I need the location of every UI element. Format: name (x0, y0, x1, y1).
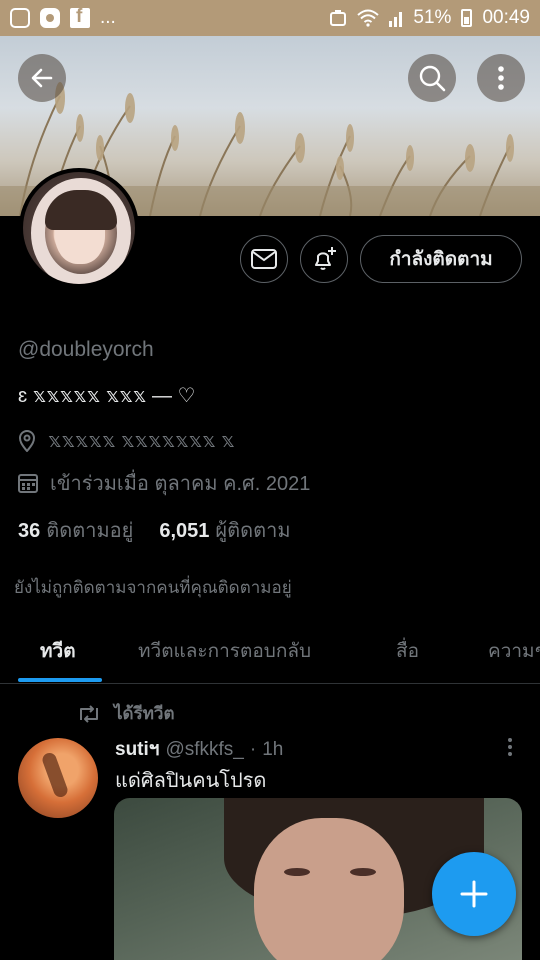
following-button[interactable]: กำลังติดตาม (360, 235, 522, 283)
tweet-author-name[interactable]: sutiฯ (115, 734, 159, 764)
retweet-label: ได้รีทวีต (114, 704, 175, 723)
profile-joined: เข้าร่วมเมื่อ ตุลาคม ค.ศ. 2021 (18, 467, 310, 499)
instagram-icon (10, 8, 30, 28)
tweet-text: แด่ศิลปินคนโปรด (115, 770, 267, 792)
media-eye-left (284, 868, 310, 876)
more-options-button[interactable] (477, 54, 525, 102)
profile-handle: @doubleyorch (18, 338, 154, 361)
followed-by-note: ยังไม่ถูกติดตามจากคนที่คุณติดตามอยู่ (14, 578, 292, 597)
notify-button[interactable] (300, 235, 348, 283)
followers-stat[interactable]: 6,051 ผู้ติดตาม (159, 514, 290, 546)
status-bar: ... 51% 00:49 (0, 0, 540, 36)
followers-count: 6,051 (159, 520, 210, 542)
tweet-time: 1h (262, 739, 284, 760)
media-eye-right (350, 868, 376, 876)
status-bar-right: 51% 00:49 (329, 7, 530, 29)
arrow-left-icon (31, 68, 53, 88)
following-stat[interactable]: 36 ติดตามอยู่ (18, 514, 133, 546)
mail-icon (251, 249, 277, 269)
profile-bio: ɛ 𝕩𝕩𝕩𝕩𝕩 𝕩𝕩𝕩 — ♡ (18, 385, 196, 407)
retweet-icon (80, 704, 98, 723)
search-icon (419, 65, 446, 92)
battery-icon (461, 9, 473, 27)
tab-media[interactable]: สื่อ (396, 636, 419, 666)
signal-icon (389, 12, 403, 27)
joined-text: เข้าร่วมเมื่อ ตุลาคม ค.ศ. 2021 (50, 473, 311, 495)
profile-tabs: ทวีต ทวีตและการตอบกลับ สื่อ ความช (0, 620, 540, 684)
search-button[interactable] (408, 54, 456, 102)
bell-plus-icon (315, 247, 336, 270)
following-count: 36 (18, 520, 41, 542)
location-text: 𝕩𝕩𝕩𝕩𝕩 𝕩𝕩𝕩𝕩𝕩𝕩𝕩 𝕩 (48, 430, 235, 452)
compose-tweet-button[interactable] (432, 852, 516, 936)
profile-stats: 36 ติดตามอยู่ 6,051 ผู้ติดตาม (18, 514, 291, 546)
calendar-icon (18, 474, 38, 493)
tweet-header: sutiฯ @sfkkfs_ · 1h (115, 734, 283, 764)
more-vertical-icon (508, 738, 512, 756)
tab-tweets-replies[interactable]: ทวีตและการตอบกลับ (138, 636, 311, 666)
more-vertical-icon (498, 66, 504, 90)
tab-likes[interactable]: ความช (488, 636, 540, 666)
avatar-hand-shadow (40, 750, 70, 800)
media-face (254, 818, 404, 960)
tweet-author-username[interactable]: @sfkkfs_ (165, 739, 243, 761)
back-button[interactable] (18, 54, 66, 102)
following-label: ติดตามอยู่ (46, 520, 134, 542)
status-overflow: ... (100, 7, 116, 28)
profile-avatar[interactable] (19, 168, 139, 288)
tweet-author-avatar[interactable] (18, 738, 98, 818)
facebook-icon (70, 6, 90, 28)
battery-percent: 51% (413, 7, 452, 28)
tab-tweets[interactable]: ทวีต (40, 636, 76, 666)
plus-icon (460, 880, 488, 908)
clock: 00:49 (482, 7, 530, 28)
location-pin-icon (18, 429, 36, 452)
profile-location: 𝕩𝕩𝕩𝕩𝕩 𝕩𝕩𝕩𝕩𝕩𝕩𝕩 𝕩 (18, 428, 235, 453)
tweet-dot: · (249, 739, 257, 760)
followers-label: ผู้ติดตาม (215, 520, 291, 542)
recycle-icon (330, 10, 347, 26)
retweet-context: ได้รีทวีต (76, 700, 175, 727)
status-bar-left: ... (10, 6, 116, 29)
wifi-icon (357, 9, 380, 27)
message-button[interactable] (240, 235, 288, 283)
notification-icon (40, 8, 60, 28)
active-tab-indicator (18, 678, 102, 682)
tweet-more-button[interactable] (500, 736, 520, 758)
